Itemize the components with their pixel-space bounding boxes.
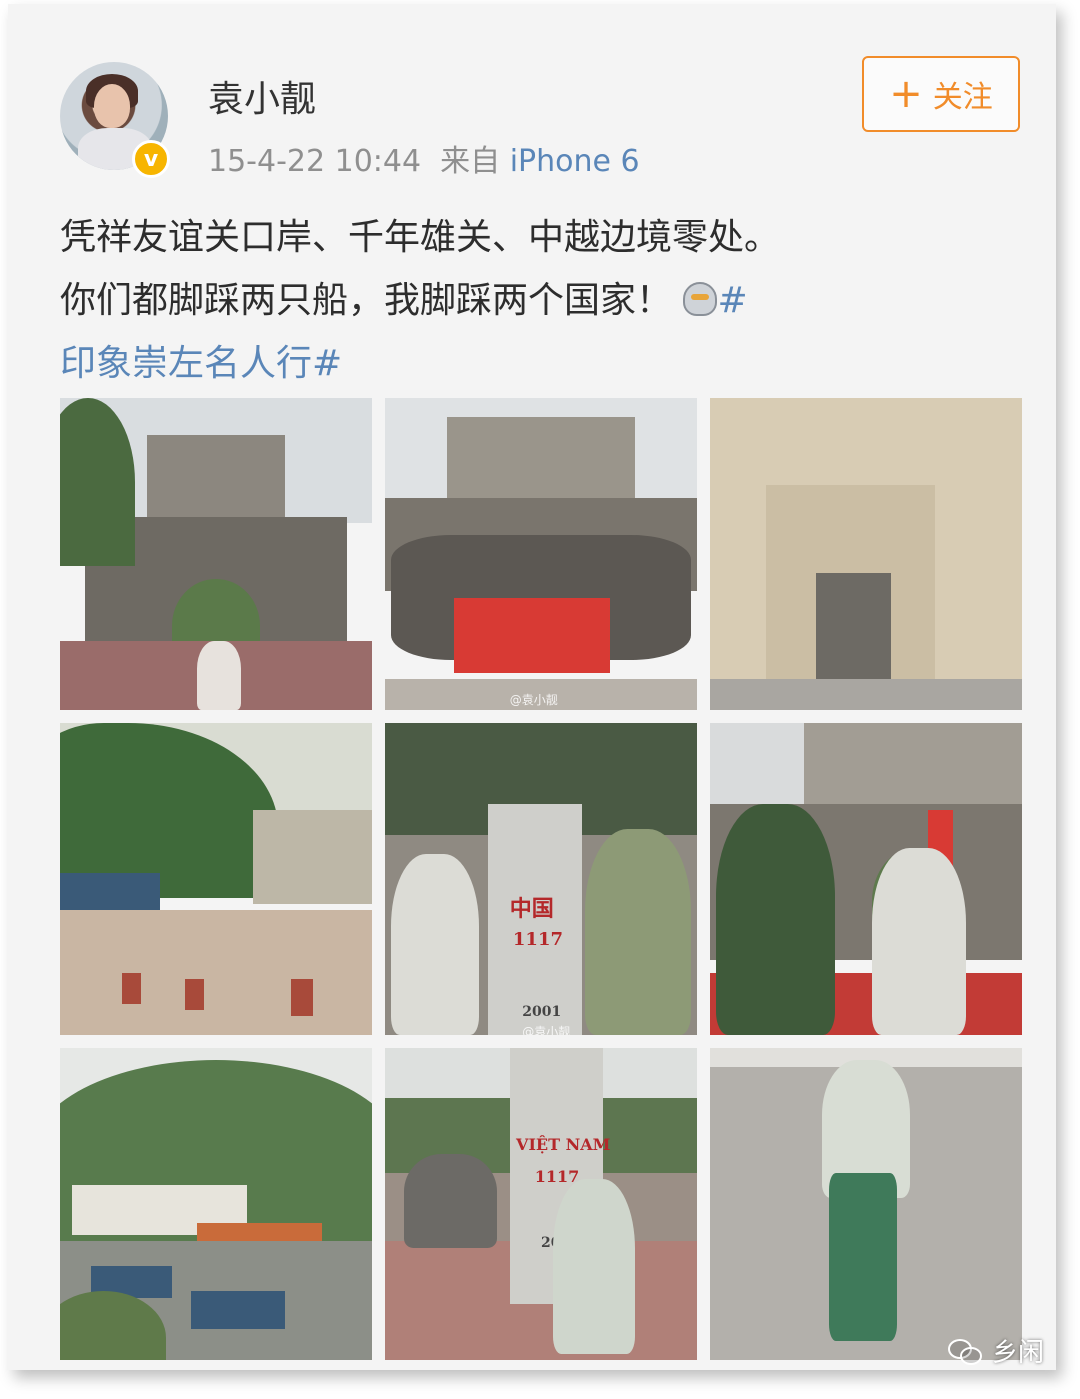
entrance: [816, 572, 891, 686]
wechat-icon: [948, 1337, 982, 1365]
post-line-1: 凭祥友谊关口岸、千年雄关、中越边境零处。: [60, 217, 781, 258]
gate-tower: [447, 416, 635, 511]
hashtag-start[interactable]: #: [717, 280, 747, 321]
checkpoint-building: [253, 810, 372, 904]
photo-tile-7[interactable]: [60, 1048, 372, 1360]
soldier-figure: [584, 829, 691, 1035]
photo-tile-8[interactable]: VIỆT NAM 1117 200: [385, 1048, 697, 1360]
barrier: [122, 972, 142, 1004]
marker-country: 中国: [509, 896, 554, 923]
post-line-2: 你们都脚踩两只船，我脚踩两个国家！ #: [60, 269, 1020, 332]
marker-year: 2001: [522, 1003, 562, 1020]
marker-number: 1117: [512, 928, 564, 950]
crowd: [403, 1154, 498, 1248]
source-link[interactable]: iPhone 6: [510, 144, 640, 179]
marker-country: VIỆT NAM: [516, 1135, 611, 1155]
username[interactable]: 袁小靓: [208, 70, 316, 122]
barrier: [290, 978, 313, 1017]
timestamp: 15-4-22 10:44: [208, 144, 422, 179]
woman-figure: [391, 854, 479, 1035]
photo-watermark: @袁小靓: [522, 1024, 571, 1035]
hashtag-link[interactable]: 印象崇左名人行#: [60, 332, 1020, 395]
photo-tile-2[interactable]: @袁小靓: [385, 398, 697, 710]
brand-label: 乡闲: [992, 1338, 1045, 1368]
photo-tile-5[interactable]: 中国 1117 2001 @袁小靓: [385, 723, 697, 1035]
truck: [191, 1291, 285, 1329]
ultraman-emoji-icon: [683, 282, 718, 316]
barrier: [184, 978, 204, 1011]
gate-tower: [147, 435, 285, 523]
photo-tile-6[interactable]: [710, 723, 1022, 1035]
red-banner: [453, 597, 610, 673]
follow-button[interactable]: + 关注: [862, 56, 1020, 132]
photo-tile-1[interactable]: [60, 398, 372, 710]
plus-icon: +: [889, 71, 923, 117]
post-meta: 15-4-22 10:44 来自 iPhone 6: [208, 136, 640, 180]
gate-tower: [803, 723, 1022, 811]
photo-watermark: @袁小靓: [509, 693, 558, 708]
photo-tile-9[interactable]: [710, 1048, 1022, 1360]
road: [60, 910, 372, 1035]
green-skirt: [828, 1172, 898, 1342]
source-prefix: 来自: [440, 144, 501, 179]
woman-figure: [553, 1179, 635, 1354]
woman-figure: [872, 847, 966, 1035]
post-text: 凭祥友谊关口岸、千年雄关、中越边境零处。 你们都脚踩两只船，我脚踩两个国家！ #…: [60, 206, 1020, 395]
ground: [710, 678, 1022, 710]
photo-tile-4[interactable]: [60, 723, 372, 1035]
woman-figure: [197, 641, 241, 710]
avatar-face: [94, 84, 130, 128]
post-line-2-text: 你们都脚踩两只船，我脚踩两个国家！: [60, 280, 673, 321]
photo-tile-3[interactable]: [710, 398, 1022, 710]
verified-badge-icon: v: [132, 140, 170, 178]
wechat-brand: 乡闲: [948, 1332, 1044, 1369]
follow-label: 关注: [932, 80, 993, 115]
marker-number: 1117: [534, 1166, 580, 1186]
soldier-figure: [716, 804, 835, 1035]
